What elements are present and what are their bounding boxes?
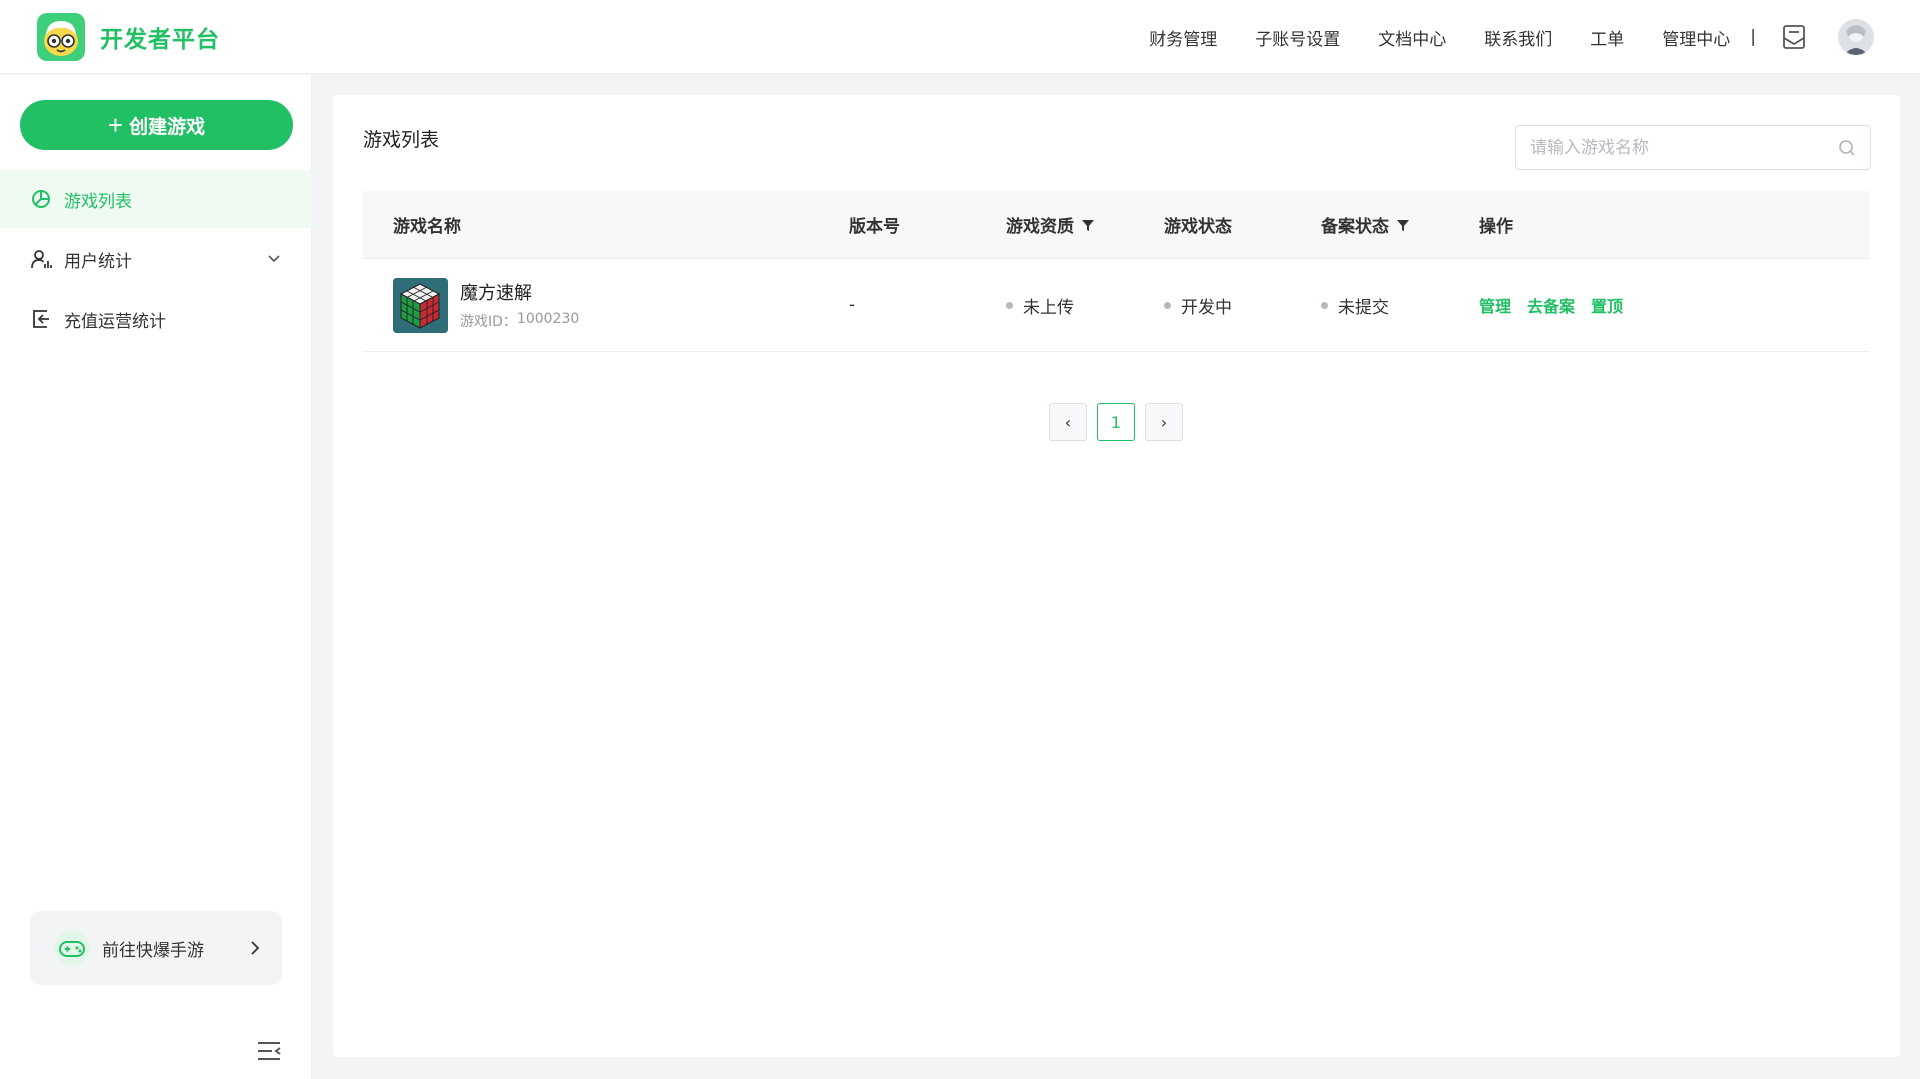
nav-docs[interactable]: 文档中心 <box>1378 25 1446 50</box>
column-header-name: 游戏名称 <box>393 217 461 237</box>
search-box[interactable] <box>1515 125 1871 170</box>
nav-separator: | <box>1750 27 1756 47</box>
sidebar-item-label: 用户统计 <box>64 251 132 272</box>
chevron-right-icon <box>251 941 260 955</box>
user-stats-icon <box>31 250 52 269</box>
table-header: 游戏名称 版本号 游戏资质 游戏状态 备案状态 操作 <box>363 191 1870 259</box>
cell-qualification: 未上传 <box>1006 293 1164 318</box>
cell-version: - <box>849 295 856 315</box>
plus-icon: + <box>107 110 124 140</box>
table-row: 魔方速解 游戏ID：1000230 - 未上传 开发中 未提交 管理 去备案 <box>363 259 1870 352</box>
collapse-menu-icon[interactable] <box>256 1039 282 1063</box>
game-cover-image[interactable] <box>393 277 448 333</box>
nav-finance[interactable]: 财务管理 <box>1149 25 1217 50</box>
rubiks-cube-icon <box>393 277 448 333</box>
filter-icon[interactable] <box>1397 219 1409 231</box>
sidebar-item-label: 充值运营统计 <box>64 311 166 332</box>
promo-label: 前往快爆手游 <box>102 940 204 961</box>
create-game-label: 创建游戏 <box>129 116 206 138</box>
main-panel: 游戏列表 游戏名称 版本号 游戏资质 游戏状态 备案状态 操作 <box>333 95 1900 1057</box>
nav-sub-accounts[interactable]: 子账号设置 <box>1255 25 1340 50</box>
avatar-icon <box>1838 19 1874 55</box>
top-nav: 财务管理 子账号设置 文档中心 联系我们 工单 管理中心 | <box>1111 0 1874 74</box>
page-number-button[interactable]: 1 <box>1097 403 1135 441</box>
status-dot <box>1006 301 1013 309</box>
nav-tickets[interactable]: 工单 <box>1590 25 1624 50</box>
sidebar-item-recharge-stats[interactable]: 充值运营统计 <box>0 290 312 348</box>
message-icon[interactable] <box>1780 23 1808 51</box>
gamepad-icon <box>54 930 90 966</box>
platform-logo-icon[interactable] <box>37 13 85 61</box>
nav-admin-center[interactable]: 管理中心 <box>1662 25 1730 50</box>
record-link[interactable]: 去备案 <box>1527 293 1575 317</box>
cell-record-status: 未提交 <box>1321 293 1479 318</box>
user-avatar[interactable] <box>1838 19 1874 55</box>
sidebar-item-game-list[interactable]: 游戏列表 <box>0 170 312 228</box>
column-header-version: 版本号 <box>849 217 900 237</box>
top-bar: 开发者平台 财务管理 子账号设置 文档中心 联系我们 工单 管理中心 | <box>0 0 1920 74</box>
sidebar: + 创建游戏 游戏列表 用户统计 充值运营统计 前往快爆手游 <box>0 75 312 1079</box>
game-id: 游戏ID： 1000230 <box>460 311 580 330</box>
page-title: 游戏列表 <box>363 129 440 151</box>
recharge-icon <box>33 310 49 328</box>
pagination: ‹ 1 › <box>1049 403 1193 441</box>
brand-title: 开发者平台 <box>100 27 220 53</box>
column-header-qualification[interactable]: 游戏资质 <box>1006 212 1164 237</box>
search-input[interactable] <box>1530 137 1838 158</box>
create-game-button[interactable]: + 创建游戏 <box>20 100 293 150</box>
status-dot <box>1321 301 1328 309</box>
game-title[interactable]: 魔方速解 <box>460 279 579 305</box>
cell-game-name: 魔方速解 游戏ID： 1000230 <box>363 277 849 333</box>
cell-status: 开发中 <box>1164 293 1321 318</box>
manage-link[interactable]: 管理 <box>1479 293 1511 317</box>
chevron-down-icon <box>268 255 280 263</box>
chart-pie-icon <box>32 189 51 208</box>
prev-page-button[interactable]: ‹ <box>1049 403 1087 441</box>
filter-icon[interactable] <box>1082 219 1094 231</box>
pin-top-link[interactable]: 置顶 <box>1591 293 1623 317</box>
search-icon[interactable] <box>1838 139 1856 157</box>
sidebar-item-user-stats[interactable]: 用户统计 <box>0 230 312 288</box>
column-header-actions: 操作 <box>1479 217 1513 237</box>
cell-actions: 管理 去备案 置顶 <box>1479 293 1870 317</box>
status-dot <box>1164 301 1171 309</box>
game-table: 游戏名称 版本号 游戏资质 游戏状态 备案状态 操作 魔方速解 游戏ID： 10… <box>363 191 1870 352</box>
sidebar-item-label: 游戏列表 <box>64 191 132 212</box>
nav-contact[interactable]: 联系我们 <box>1484 25 1552 50</box>
promo-card-kuaibao[interactable]: 前往快爆手游 <box>30 911 282 985</box>
column-header-record-status[interactable]: 备案状态 <box>1321 212 1479 237</box>
column-header-status: 游戏状态 <box>1164 217 1232 237</box>
next-page-button[interactable]: › <box>1145 403 1183 441</box>
